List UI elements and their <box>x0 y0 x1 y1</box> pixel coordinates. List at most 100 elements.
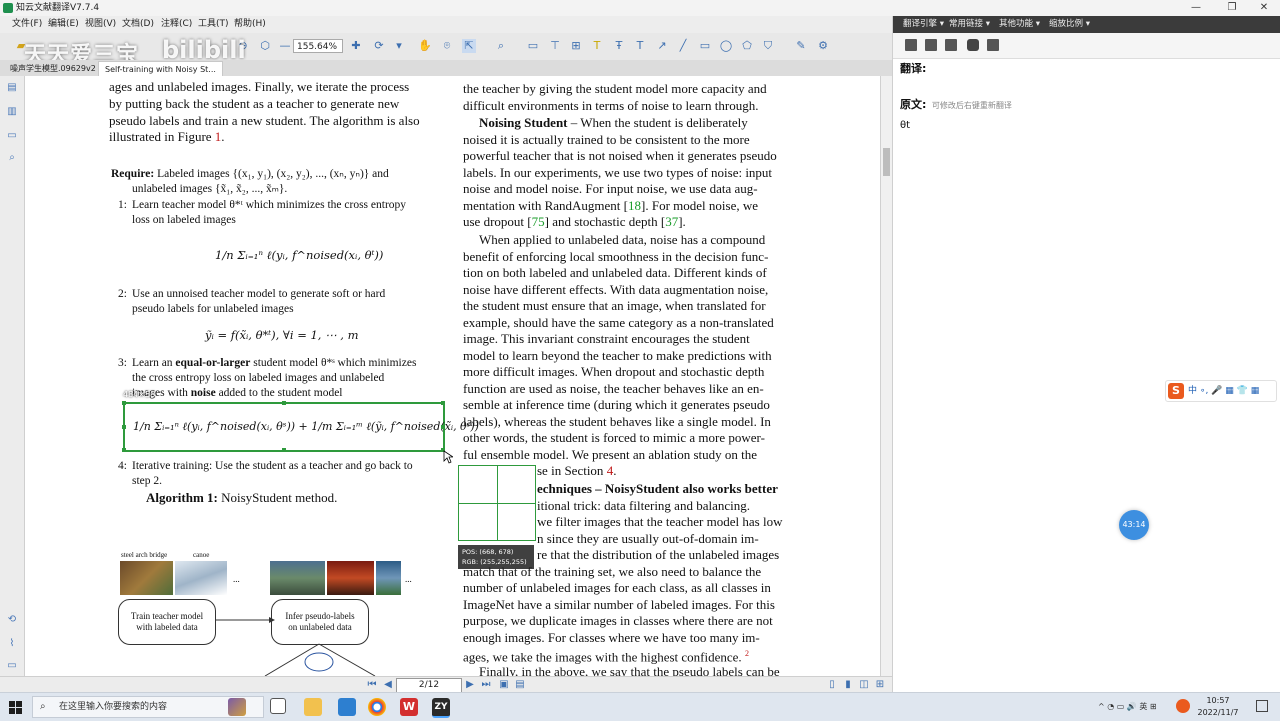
zhiyun-app-icon[interactable]: ZY <box>432 698 450 718</box>
settings-icon[interactable]: ⚙ <box>816 39 830 53</box>
layout-right-icon[interactable] <box>945 39 957 51</box>
menu-tools[interactable]: 工具(T) <box>198 16 229 33</box>
resize-handle[interactable] <box>122 448 126 452</box>
layout-left-icon[interactable] <box>905 39 917 51</box>
resize-handle[interactable] <box>441 425 445 429</box>
minimize-button[interactable]: — <box>1176 0 1216 16</box>
continuous-icon[interactable]: ▮ <box>842 678 854 691</box>
chrome-icon[interactable] <box>368 698 386 716</box>
rectangle-icon[interactable]: ▭ <box>698 39 712 53</box>
notification-icon[interactable] <box>1256 700 1268 712</box>
resize-handle[interactable] <box>441 401 445 405</box>
strikeout-icon[interactable]: Ŧ <box>612 39 626 53</box>
minus-icon[interactable]: — <box>278 39 292 53</box>
system-tray[interactable]: ^ ◔ ▭ 🔊 英 ⊞ <box>1098 701 1157 712</box>
footnote-link[interactable]: 2 <box>745 649 749 658</box>
citation-link[interactable]: 18 <box>628 198 641 213</box>
resize-handle[interactable] <box>122 401 126 405</box>
prev-page-button[interactable]: ◀ <box>382 678 394 691</box>
two-page-icon[interactable]: ◫ <box>858 678 870 691</box>
close-button[interactable]: ✕ <box>1244 0 1280 16</box>
source-text-input[interactable]: θt <box>900 120 1012 131</box>
edit-icon[interactable]: ✎ <box>794 39 808 53</box>
wps-icon[interactable]: W <box>400 698 418 716</box>
app-icon[interactable] <box>338 698 356 716</box>
search-icon[interactable]: ⌕ <box>494 39 508 53</box>
lock-icon[interactable] <box>967 39 979 51</box>
cursor-rgb: RGB: (255,255,255) <box>462 558 527 566</box>
floating-timer[interactable]: 43:14 <box>1119 510 1149 540</box>
zoom-level-select[interactable]: 155.64% <box>293 39 343 53</box>
zoom-in-icon[interactable]: ✚ <box>349 39 363 53</box>
scrollbar-thumb[interactable] <box>883 148 890 176</box>
link-icon[interactable]: ⟲ <box>6 614 18 626</box>
ellipse-icon[interactable]: ◯ <box>719 39 733 53</box>
task-view-icon[interactable] <box>270 698 286 714</box>
file-explorer-icon[interactable] <box>304 698 322 716</box>
menu-comment[interactable]: 注释(C) <box>161 16 192 33</box>
attachment-icon[interactable]: ⌇ <box>6 638 18 650</box>
section-heading-noising: Noising Student – When the student is de… <box>479 115 748 130</box>
pdf-page[interactable]: ages and unlabeled images. Finally, we i… <box>25 76 880 676</box>
layout-center-icon[interactable] <box>925 39 937 51</box>
thumbnails-icon[interactable]: ▥ <box>6 106 18 118</box>
polygon-icon[interactable]: ⬠ <box>740 39 754 53</box>
cover-icon[interactable]: ⊞ <box>874 678 886 691</box>
next-page-button[interactable]: ▶ <box>464 678 476 691</box>
menu-edit[interactable]: 编辑(E) <box>48 16 79 33</box>
highlight-icon[interactable]: T <box>590 39 604 53</box>
tab-chinese-doc[interactable]: 噪声学生模型.09629v2 <box>4 61 102 76</box>
figure-image-canoe <box>175 561 227 595</box>
hand-tool-icon[interactable]: ✋ <box>418 39 432 53</box>
windows-start-icon[interactable] <box>9 701 22 714</box>
snapshot-selection[interactable]: 1/n Σᵢ₌₁ⁿ ℓ(yᵢ, f^noised(xᵢ, θˢ)) + 1/m … <box>122 401 479 452</box>
sogou-ime-icon[interactable]: S <box>1168 383 1184 399</box>
snapshot-icon[interactable]: ⌾ <box>440 39 454 53</box>
callout-icon[interactable]: ⊞ <box>569 39 583 53</box>
tab-self-training[interactable]: Self-training with Noisy St... <box>98 61 223 77</box>
resize-handle[interactable] <box>122 425 126 429</box>
ime-status[interactable]: 中 ∘, 🎤 ▦ 👕 ▦ <box>1188 381 1259 401</box>
taskbar-clock[interactable]: 10:57 2022/11/7 <box>1190 695 1246 719</box>
text-box-icon[interactable]: ⊤ <box>548 39 562 53</box>
window-icon[interactable] <box>987 39 999 51</box>
fit-page-icon[interactable]: ▤ <box>514 678 526 691</box>
menu-file[interactable]: 文件(F) <box>12 16 42 33</box>
resize-handle[interactable] <box>282 448 286 452</box>
layers-icon[interactable]: ▭ <box>6 130 18 142</box>
stamp-icon[interactable]: ⛉ <box>761 39 775 53</box>
citation-link[interactable]: 37 <box>665 214 678 229</box>
arrow-icon[interactable]: ↗ <box>655 39 669 53</box>
text-line: number of unlabeled images for each clas… <box>463 580 771 595</box>
comment-icon[interactable]: ▭ <box>526 39 540 53</box>
menu-view[interactable]: 视图(V) <box>85 16 116 33</box>
comments-icon[interactable]: ▭ <box>6 660 18 672</box>
citation-link[interactable]: 75 <box>532 214 545 229</box>
bookmark-icon[interactable]: ▤ <box>6 82 18 94</box>
search-highlight-icon[interactable] <box>228 698 246 716</box>
single-page-icon[interactable]: ▯ <box>826 678 838 691</box>
chevron-down-icon[interactable]: ▾ <box>392 39 406 53</box>
first-page-button[interactable]: ⏮ <box>366 678 378 691</box>
fit-page-icon[interactable]: ⬡ <box>258 39 272 53</box>
menu-document[interactable]: 文档(D) <box>122 16 154 33</box>
other-functions-menu[interactable]: 其他功能 ▾ <box>999 16 1040 33</box>
last-page-button[interactable]: ⏭ <box>480 678 492 691</box>
resize-handle[interactable] <box>282 401 286 405</box>
document-viewer[interactable]: ages and unlabeled images. Finally, we i… <box>25 76 880 676</box>
rotate-icon[interactable]: ⟳ <box>372 39 386 53</box>
fit-width-icon[interactable]: ▣ <box>498 678 510 691</box>
page-number-input[interactable]: 2/12 <box>396 678 462 693</box>
translation-engine-menu[interactable]: 翻译引擎 ▾ <box>903 16 944 33</box>
menu-help[interactable]: 帮助(H) <box>234 16 266 33</box>
zoom-ratio-menu[interactable]: 缩放比例 ▾ <box>1049 16 1090 33</box>
text-line: unlabeled images {x̃₁, x̃₂, ..., x̃ₘ}. <box>132 183 288 195</box>
select-text-icon[interactable]: ⇱ <box>462 39 476 53</box>
search-panel-icon[interactable]: ⌕ <box>6 152 18 164</box>
line-icon[interactable]: ╱ <box>676 39 690 53</box>
ime-toolbar[interactable]: S 中 ∘, 🎤 ▦ 👕 ▦ <box>1165 380 1277 402</box>
common-links-menu[interactable]: 常用链接 ▾ <box>949 16 990 33</box>
tray-ime-icon[interactable] <box>1176 699 1190 713</box>
underline-icon[interactable]: T <box>633 39 647 53</box>
text-line: powerful teacher that is not noised when… <box>463 148 777 163</box>
